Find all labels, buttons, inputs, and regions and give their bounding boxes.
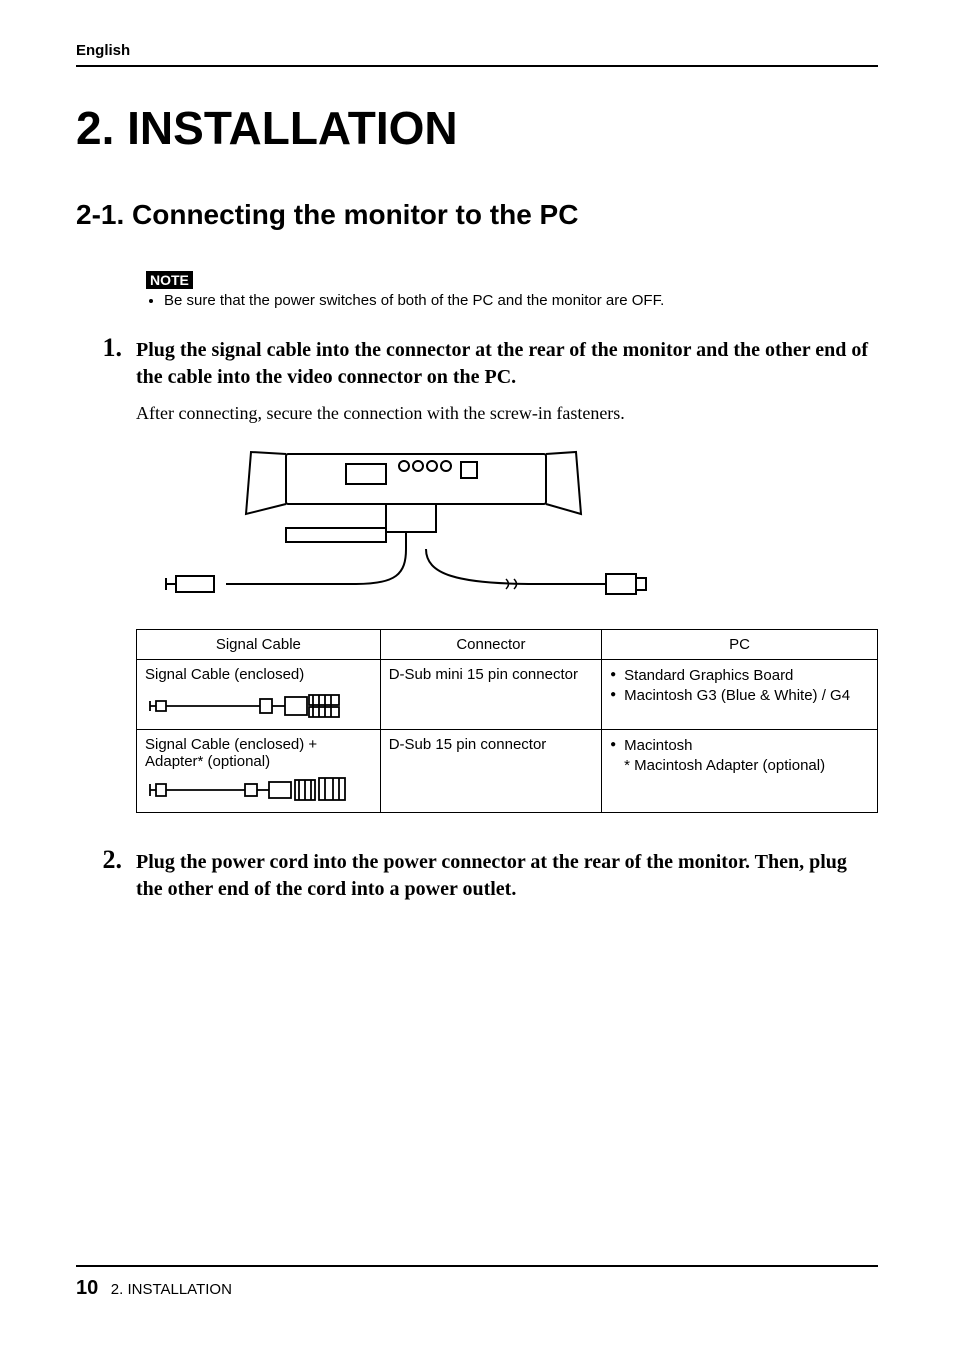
table-header: Connector	[380, 630, 601, 660]
pc-item: Standard Graphics Board	[610, 666, 869, 686]
step-heading: Plug the power cord into the power conne…	[136, 849, 878, 903]
table-cell-signal: Signal Cable (enclosed) + Adapter* (opti…	[137, 730, 381, 813]
step-body: Plug the signal cable into the connector…	[136, 337, 878, 813]
section-title: 2-1. Connecting the monitor to the PC	[76, 199, 878, 231]
table-header-row: Signal Cable Connector PC	[137, 630, 878, 660]
table-cell-signal: Signal Cable (enclosed)	[137, 660, 381, 730]
note-list: Be sure that the power switches of both …	[164, 292, 878, 309]
step-number: 1.	[76, 335, 136, 361]
signal-cable-label: Adapter* (optional)	[145, 753, 270, 770]
step-body: Plug the power cord into the power conne…	[136, 849, 878, 903]
footer-section-ref: 2. INSTALLATION	[111, 1281, 232, 1298]
table-header: Signal Cable	[137, 630, 381, 660]
step-number: 2.	[76, 847, 136, 873]
pc-item: Macintosh G3 (Blue & White) / G4	[610, 686, 869, 706]
cable-icon	[145, 689, 372, 723]
footer-rule	[76, 1265, 878, 1267]
cable-adapter-icon	[145, 776, 372, 806]
table-cell-pc: Standard Graphics Board Macintosh G3 (Bl…	[602, 660, 878, 730]
table-cell-connector: D-Sub 15 pin connector	[380, 730, 601, 813]
connection-diagram	[136, 434, 878, 619]
table-header: PC	[602, 630, 878, 660]
page-number: 10	[76, 1277, 98, 1299]
step-2: 2. Plug the power cord into the power co…	[76, 849, 878, 903]
header-rule	[76, 65, 878, 67]
table-cell-pc: Macintosh * Macintosh Adapter (optional)	[602, 730, 878, 813]
signal-cable-label: Signal Cable (enclosed) +	[145, 736, 317, 753]
table-row: Signal Cable (enclosed) + Adapter* (opti…	[137, 730, 878, 813]
signal-cable-label: Signal Cable (enclosed)	[145, 666, 304, 683]
chapter-title: 2. INSTALLATION	[76, 101, 878, 155]
table-cell-connector: D-Sub mini 15 pin connector	[380, 660, 601, 730]
step-1: 1. Plug the signal cable into the connec…	[76, 337, 878, 813]
header-language: English	[76, 42, 878, 59]
table-row: Signal Cable (enclosed)	[137, 660, 878, 730]
step-heading: Plug the signal cable into the connector…	[136, 337, 878, 391]
document-page: English 2. INSTALLATION 2-1. Connecting …	[0, 0, 954, 1348]
step-subtext: After connecting, secure the connection …	[136, 403, 878, 424]
pc-item: Macintosh	[610, 736, 869, 756]
note-badge: NOTE	[146, 271, 193, 289]
cable-table: Signal Cable Connector PC Signal Cable (…	[136, 629, 878, 813]
pc-note: * Macintosh Adapter (optional)	[610, 756, 869, 776]
note-block: NOTE Be sure that the power switches of …	[146, 271, 878, 309]
page-footer: 10 2. INSTALLATION	[76, 1265, 878, 1300]
note-item: Be sure that the power switches of both …	[164, 292, 878, 309]
